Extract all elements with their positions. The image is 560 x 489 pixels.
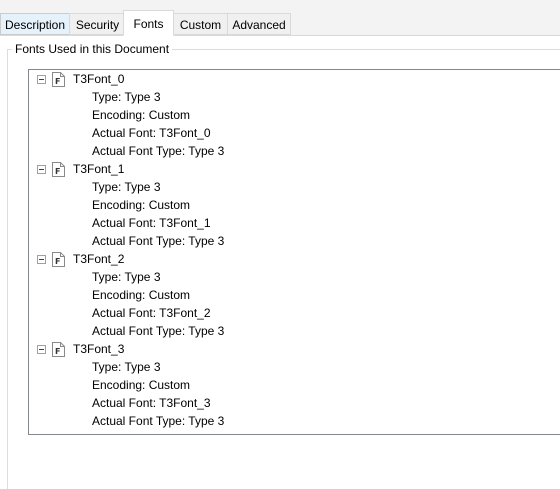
- font-property-text: Actual Font: T3Font_0: [92, 126, 211, 140]
- font-file-icon: F: [52, 252, 65, 267]
- font-property-text: Actual Font Type: Type 3: [92, 234, 225, 248]
- font-property: Encoding: Custom: [29, 106, 560, 124]
- font-node-header[interactable]: F T3Font_0: [29, 70, 560, 88]
- font-file-icon: F: [52, 162, 65, 177]
- font-name[interactable]: T3Font_1: [73, 160, 124, 178]
- font-property: Type: Type 3: [29, 268, 560, 286]
- font-node: F T3Font_1 Type: Type 3 Encoding: Custom…: [29, 160, 560, 250]
- font-property-text: Type: Type 3: [92, 180, 161, 194]
- font-property-text: Encoding: Custom: [92, 288, 191, 302]
- font-property: Encoding: Custom: [29, 196, 560, 214]
- font-property-text: Type: Type 3: [92, 270, 161, 284]
- collapse-toggle-icon[interactable]: [37, 75, 46, 84]
- font-property: Actual Font Type: Type 3: [29, 322, 560, 340]
- collapse-toggle-icon[interactable]: [37, 345, 46, 354]
- font-property-text: Actual Font: T3Font_3: [92, 396, 211, 410]
- font-property-text: Actual Font Type: Type 3: [92, 144, 225, 158]
- font-property: Type: Type 3: [29, 358, 560, 376]
- font-property-text: Type: Type 3: [92, 360, 161, 374]
- fonts-groupbox-title: Fonts Used in this Document: [12, 42, 173, 56]
- collapse-toggle-icon[interactable]: [37, 165, 46, 174]
- svg-text:F: F: [55, 257, 60, 266]
- font-file-icon: F: [52, 342, 65, 357]
- tab-advanced[interactable]: Advanced: [227, 13, 291, 35]
- font-property: Actual Font: T3Font_3: [29, 394, 560, 412]
- font-property: Actual Font Type: Type 3: [29, 412, 560, 430]
- dialog-top-strip: [0, 0, 560, 10]
- tab-fonts[interactable]: Fonts: [123, 10, 174, 36]
- font-file-icon: F: [52, 72, 65, 87]
- font-property-text: Encoding: Custom: [92, 378, 191, 392]
- collapse-toggle-icon[interactable]: [37, 255, 46, 264]
- font-property: Actual Font: T3Font_1: [29, 214, 560, 232]
- font-property-text: Actual Font: T3Font_1: [92, 216, 211, 230]
- font-property: Encoding: Custom: [29, 286, 560, 304]
- tab-security[interactable]: Security: [69, 13, 126, 35]
- font-property: Actual Font Type: Type 3: [29, 232, 560, 250]
- tab-custom[interactable]: Custom: [173, 13, 228, 35]
- font-node-header[interactable]: F T3Font_1: [29, 160, 560, 178]
- font-property: Type: Type 3: [29, 178, 560, 196]
- font-node: F T3Font_0 Type: Type 3 Encoding: Custom…: [29, 70, 560, 160]
- tab-description[interactable]: Description: [0, 13, 70, 35]
- font-property: Encoding: Custom: [29, 376, 560, 394]
- font-property-text: Encoding: Custom: [92, 108, 191, 122]
- font-property: Actual Font Type: Type 3: [29, 142, 560, 160]
- font-name[interactable]: T3Font_3: [73, 340, 124, 358]
- font-property-text: Encoding: Custom: [92, 198, 191, 212]
- font-property-text: Actual Font: T3Font_2: [92, 306, 211, 320]
- fonts-tree[interactable]: F T3Font_0 Type: Type 3 Encoding: Custom…: [28, 69, 560, 435]
- font-property: Actual Font: T3Font_0: [29, 124, 560, 142]
- font-property-text: Actual Font Type: Type 3: [92, 324, 225, 338]
- font-node-header[interactable]: F T3Font_2: [29, 250, 560, 268]
- font-node-header[interactable]: F T3Font_3: [29, 340, 560, 358]
- font-property-text: Actual Font Type: Type 3: [92, 414, 225, 428]
- font-property-text: Type: Type 3: [92, 90, 161, 104]
- font-property: Actual Font: T3Font_2: [29, 304, 560, 322]
- svg-text:F: F: [55, 347, 60, 356]
- font-name[interactable]: T3Font_0: [73, 70, 124, 88]
- svg-text:F: F: [55, 167, 60, 176]
- font-node: F T3Font_2 Type: Type 3 Encoding: Custom…: [29, 250, 560, 340]
- svg-text:F: F: [55, 77, 60, 86]
- font-node: F T3Font_3 Type: Type 3 Encoding: Custom…: [29, 340, 560, 430]
- font-property: Type: Type 3: [29, 88, 560, 106]
- font-name[interactable]: T3Font_2: [73, 250, 124, 268]
